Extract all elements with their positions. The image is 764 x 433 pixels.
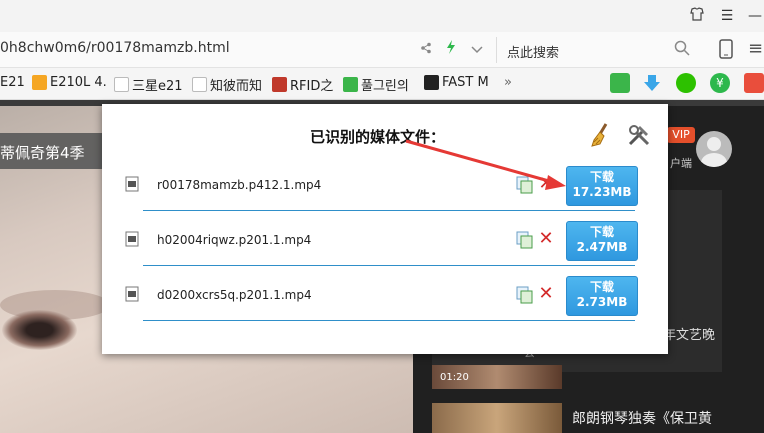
- avatar[interactable]: [696, 131, 732, 167]
- video-file-icon: [125, 231, 139, 247]
- search-box[interactable]: 点此搜索: [496, 37, 696, 63]
- vip-badge[interactable]: VIP: [667, 127, 695, 143]
- broom-icon[interactable]: [588, 122, 614, 148]
- row-divider: [143, 210, 635, 211]
- address-bar: 0h8chw0m6/r00178mamzb.html 点此搜索: [0, 32, 764, 68]
- client-link[interactable]: 户端: [670, 155, 692, 171]
- bookmark-label: 풀그린의: [361, 79, 409, 94]
- download-label: 下载: [589, 170, 614, 184]
- episode-banner: 蒂佩奇第4季: [0, 133, 105, 169]
- chevron-down-icon[interactable]: [471, 42, 483, 58]
- skin-icon[interactable]: [686, 6, 708, 26]
- bookmark-item[interactable]: 풀그린의: [343, 75, 409, 94]
- extension-icon[interactable]: [744, 73, 764, 93]
- download-button[interactable]: 下载 2.73MB: [566, 276, 638, 316]
- copy-link-icon[interactable]: [516, 286, 534, 304]
- bookmarks-more-button[interactable]: »: [504, 75, 512, 90]
- media-file-row: h02004riqwz.p201.1.mp4 ✕ 下载 2.47MB: [102, 221, 668, 271]
- playlist-thumbnail[interactable]: [432, 403, 562, 433]
- delete-icon[interactable]: ✕: [538, 229, 554, 249]
- wechat-icon[interactable]: [676, 73, 696, 93]
- tools-icon[interactable]: [626, 122, 652, 148]
- bookmark-item[interactable]: E21: [0, 75, 25, 90]
- video-file-icon: [125, 286, 139, 302]
- download-button[interactable]: 下载 17.23MB: [566, 166, 638, 206]
- search-input[interactable]: 点此搜索: [507, 42, 559, 61]
- rfid-favicon-icon: [272, 77, 287, 92]
- bookmark-item[interactable]: 三星e21: [114, 75, 183, 94]
- bookmark-favicon-icon: [32, 75, 47, 90]
- bookmarks-bar: E21 E210L 4. 三星e21 知彼而知 RFID之 풀그린의 FAST …: [0, 68, 764, 100]
- bookmark-label: E210L 4.: [50, 75, 107, 90]
- file-name: d0200xcrs5q.p201.1.mp4: [157, 288, 312, 302]
- row-divider: [143, 265, 635, 266]
- file-size: 2.47MB: [576, 240, 628, 254]
- media-file-row: r00178mamzb.p412.1.mp4 ✕ 下载 17.23MB: [102, 166, 668, 216]
- video-file-icon: [125, 176, 139, 192]
- bookmark-item[interactable]: 知彼而知: [192, 75, 262, 94]
- bookmark-item[interactable]: RFID之: [272, 75, 333, 94]
- media-files-popup: 已识别的媒体文件： r00178mamzb.p412.1.mp4 ✕ 下载 17…: [102, 104, 668, 354]
- video-frame-eye: [2, 310, 77, 350]
- copy-link-icon[interactable]: [516, 231, 534, 249]
- media-file-row: d0200xcrs5q.p201.1.mp4 ✕ 下载 2.73MB: [102, 276, 668, 326]
- bookmark-label: FAST M: [442, 75, 489, 90]
- download-label: 下载: [589, 225, 614, 239]
- delete-icon[interactable]: ✕: [538, 284, 554, 304]
- popup-title: 已识别的媒体文件：: [310, 128, 446, 146]
- bookmark-label: 三星e21: [132, 79, 183, 94]
- playlist-item-title[interactable]: 郎朗钢琴独奏《保卫黄: [572, 408, 712, 428]
- search-icon[interactable]: [674, 40, 690, 56]
- yen-icon[interactable]: ¥: [710, 73, 730, 93]
- bookmark-item[interactable]: FAST M: [424, 75, 489, 90]
- file-name: h02004riqwz.p201.1.mp4: [157, 233, 312, 247]
- blog-favicon-icon: [343, 77, 358, 92]
- episode-title[interactable]: 蒂佩奇第4季: [0, 142, 85, 163]
- browser-menu-icon[interactable]: ≡: [748, 38, 763, 59]
- phone-icon[interactable]: [718, 39, 734, 59]
- url-field[interactable]: 0h8chw0m6/r00178mamzb.html: [0, 40, 230, 56]
- file-size: 17.23MB: [572, 185, 632, 199]
- bookmark-item[interactable]: E210L 4.: [32, 75, 107, 90]
- lightning-icon[interactable]: [446, 40, 460, 58]
- bookmark-label: RFID之: [290, 79, 334, 94]
- playlist-item-title[interactable]: 年文艺晚: [663, 324, 715, 343]
- page-icon: [114, 77, 129, 92]
- download-label: 下载: [589, 280, 614, 294]
- bookmark-label: 知彼而知: [210, 79, 263, 94]
- fast-favicon-icon: [424, 75, 439, 90]
- download-button[interactable]: 下载 2.47MB: [566, 221, 638, 261]
- page-icon: [192, 77, 207, 92]
- file-name: r00178mamzb.p412.1.mp4: [157, 178, 322, 192]
- minimize-icon[interactable]: —: [744, 6, 764, 26]
- row-divider: [143, 320, 635, 321]
- copy-link-icon[interactable]: [516, 176, 534, 194]
- download-extension-icon[interactable]: [642, 73, 662, 93]
- thumbnail-duration: 01:20: [440, 372, 469, 383]
- file-size: 2.73MB: [576, 295, 628, 309]
- delete-icon[interactable]: ✕: [538, 174, 554, 194]
- menu-lines-icon[interactable]: ☰: [716, 6, 738, 26]
- address-actions: [420, 40, 493, 58]
- bookmark-label: E21: [0, 75, 25, 90]
- title-bar: ☰ —: [0, 0, 764, 32]
- share-icon[interactable]: [420, 42, 436, 58]
- book-extension-icon[interactable]: [610, 73, 630, 93]
